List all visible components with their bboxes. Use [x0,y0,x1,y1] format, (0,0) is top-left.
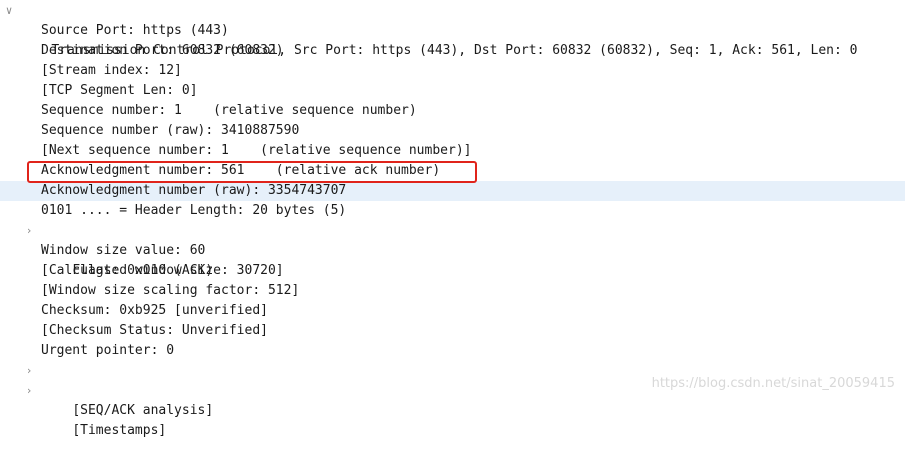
field-label: [Timestamps] [72,423,167,438]
packet-detail-tree: ∨ Transmission Control Protocol, Src Por… [0,1,905,438]
chevron-right-icon[interactable]: › [22,361,36,381]
field-checksum-status[interactable]: [Checksum Status: Unverified] [0,321,905,341]
field-label: [Stream index: 12] [41,63,182,78]
field-label: [Next sequence number: 1 (relative seque… [41,143,472,158]
field-window-scaling-factor[interactable]: [Window size scaling factor: 512] [0,281,905,301]
chevron-right-icon[interactable]: › [22,221,36,241]
field-label: Source Port: https (443) [41,23,229,38]
field-next-sequence-number[interactable]: [Next sequence number: 1 (relative seque… [0,141,905,161]
watermark-text: https://blog.csdn.net/sinat_20059415 [651,376,895,391]
field-label: Window size value: 60 [41,243,206,258]
field-sequence-number[interactable]: Sequence number: 1 (relative sequence nu… [0,101,905,121]
tcp-protocol-header[interactable]: ∨ Transmission Control Protocol, Src Por… [0,1,905,58]
field-destination-port[interactable]: Destination Port: 60832 (60832) [0,41,905,61]
field-label: Acknowledgment number: 561 (relative ack… [41,163,441,178]
field-label: [SEQ/ACK analysis] [72,403,214,418]
field-source-port[interactable]: Source Port: https (443) [0,21,905,41]
field-label: [Checksum Status: Unverified] [41,323,268,338]
field-label: Checksum: 0xb925 [unverified] [41,303,268,318]
field-tcp-segment-len[interactable]: [TCP Segment Len: 0] [0,81,905,101]
field-header-length[interactable]: 0101 .... = Header Length: 20 bytes (5) [0,201,905,221]
field-flags[interactable]: › Flags: 0x010 (ACK) [0,221,905,278]
field-label: [TCP Segment Len: 0] [41,83,198,98]
field-stream-index[interactable]: [Stream index: 12] [0,61,905,81]
field-label: Sequence number: 1 (relative sequence nu… [41,103,417,118]
field-label: 0101 .... = Header Length: 20 bytes (5) [41,203,347,218]
field-checksum[interactable]: Checksum: 0xb925 [unverified] [0,301,905,321]
field-label: Destination Port: 60832 (60832) [41,43,284,58]
chevron-down-icon[interactable]: ∨ [2,1,16,21]
field-window-size-value[interactable]: Window size value: 60 [0,241,905,261]
chevron-right-icon[interactable]: › [22,381,36,401]
field-label: Urgent pointer: 0 [41,343,175,358]
field-label: [Window size scaling factor: 512] [41,283,300,298]
field-acknowledgment-number[interactable]: Acknowledgment number: 561 (relative ack… [0,161,905,181]
field-calculated-window-size[interactable]: [Calculated window size: 30720] [0,261,905,281]
field-urgent-pointer[interactable]: Urgent pointer: 0 [0,341,905,361]
field-label: Acknowledgment number (raw): 3354743707 [41,183,347,198]
field-sequence-number-raw[interactable]: Sequence number (raw): 3410887590 [0,121,905,141]
field-label: Sequence number (raw): 3410887590 [41,123,300,138]
field-label: [Calculated window size: 30720] [41,263,284,278]
field-acknowledgment-number-raw[interactable]: Acknowledgment number (raw): 3354743707 [0,181,905,201]
